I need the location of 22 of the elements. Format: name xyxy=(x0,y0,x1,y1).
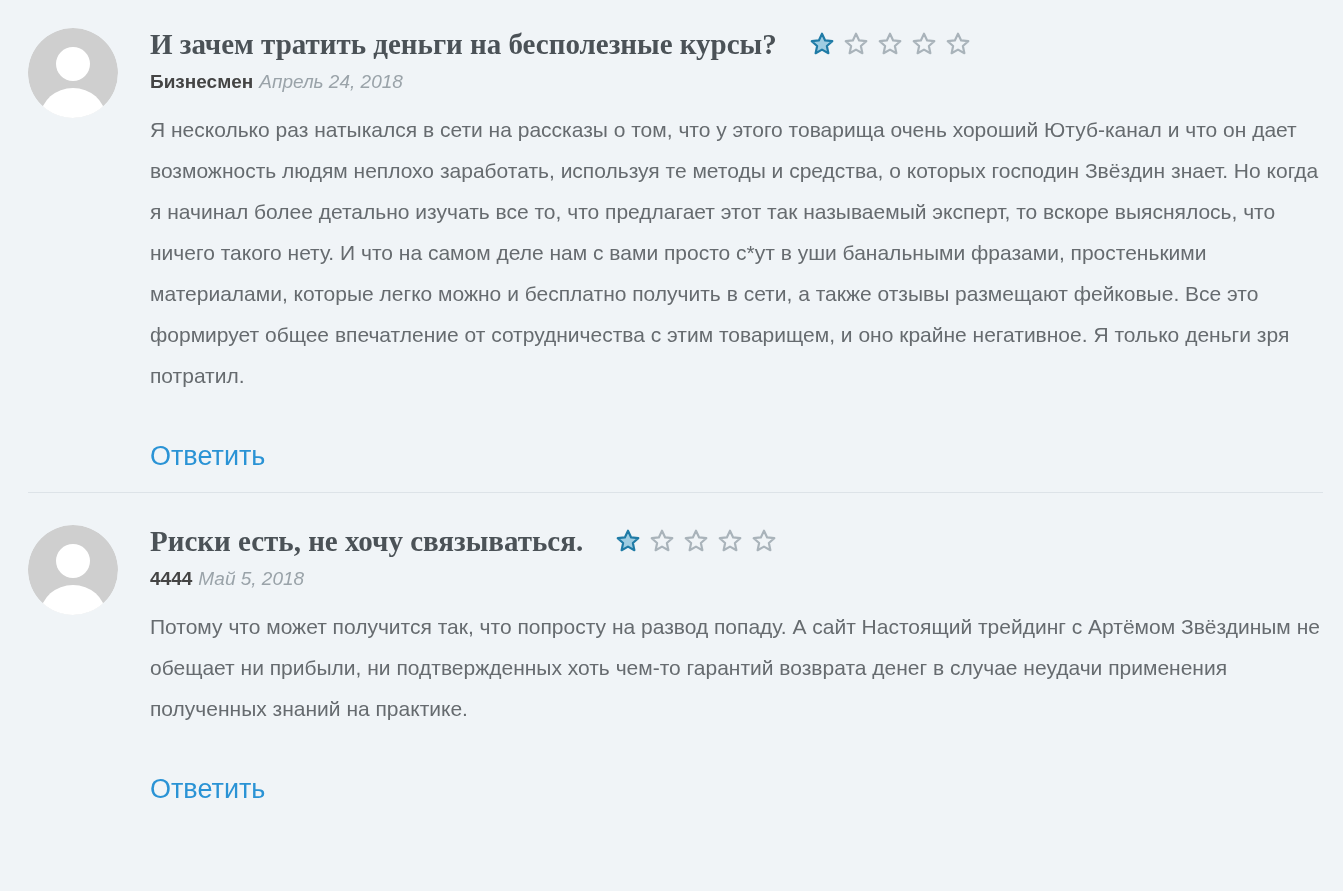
empty-star-icon xyxy=(649,528,676,554)
comment-title: Риски есть, не хочу связываться. xyxy=(150,525,584,557)
comment-author: 4444 xyxy=(150,567,193,591)
comment-author: Бизнесмен xyxy=(150,70,254,94)
avatar-icon xyxy=(28,28,118,118)
comment-title: И зачем тратить деньги на бесполезные курсы? xyxy=(150,28,777,60)
comment-text: Я несколько раз натыкался в сети на рассказы о том, что у этого товарища очень хороший Ютуб-канал и что он дает возможность людям неплохо заработать, используя те методы и средства, о которых господин Звёздин знает. Но когда я начинал более детально изучать все то, что предлагает этот так называемый эксперт, то вскоре выяснялось, что ничего такого нету. И что на самом деле нам с вами просто с*ут в уши банальными фразами, простенькими материалами, которые легко можно и бесплатно получить в сети, а также отзывы размещают фейковые. Все это формирует общее впечатление от сотрудничества с этим товарищем, и оно крайне негативное. Я только деньги зря потратил. xyxy=(150,116,1320,389)
empty-star-icon xyxy=(717,528,744,554)
empty-star-icon xyxy=(683,528,710,554)
empty-star-icon xyxy=(842,31,869,57)
filled-star-icon xyxy=(615,528,642,554)
empty-star-icon xyxy=(751,528,778,554)
reply-link[interactable]: Ответить xyxy=(150,768,266,809)
comment-date: Май 5, 2018 xyxy=(198,567,305,591)
reply-link[interactable]: Ответить xyxy=(150,435,266,476)
avatar-icon xyxy=(28,525,118,615)
empty-star-icon xyxy=(910,31,937,57)
empty-star-icon xyxy=(944,31,971,57)
comment-text: Потому что может получится так, что попросту на развод попаду. А сайт Настоящий трейдинг с Артёмом Звёздиным не обещает ни прибыли, ни подтвержденных хоть чем-то гарантий возврата денег в случае неудачи применения полученных знаний на практике. xyxy=(150,613,1321,722)
comment-date: Апрель 24, 2018 xyxy=(259,70,403,94)
filled-star-icon xyxy=(808,31,835,57)
empty-star-icon xyxy=(876,31,903,57)
